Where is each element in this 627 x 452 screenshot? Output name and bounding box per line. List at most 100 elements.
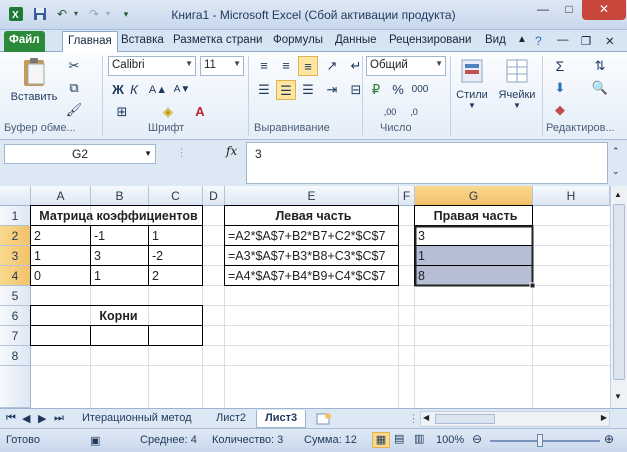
first-sheet-icon[interactable]: ⏮ xyxy=(4,410,18,428)
help-icon[interactable]: ? xyxy=(530,31,547,52)
scroll-thumb[interactable] xyxy=(613,204,625,380)
cut-icon[interactable]: ✂ xyxy=(64,56,84,76)
cell-C4[interactable]: 2 xyxy=(149,266,159,286)
format-painter-icon[interactable]: 🖌 xyxy=(64,100,84,120)
align-center-icon[interactable]: ☰ xyxy=(276,80,296,100)
percent-icon[interactable]: % xyxy=(388,80,408,100)
tab-view[interactable]: Вид xyxy=(480,31,511,52)
hscroll-thumb[interactable] xyxy=(435,414,495,424)
italic-icon[interactable]: К xyxy=(124,80,144,100)
collapse-formula-icon[interactable]: ⌄ xyxy=(612,166,620,177)
zoom-out-icon[interactable]: ⊖ xyxy=(472,432,482,446)
cell-A6[interactable]: Корни xyxy=(31,306,203,326)
cell-G1[interactable]: Правая часть xyxy=(415,206,533,226)
cell-E2[interactable]: =A2*$A$7+B2*B7+C2*$C$7 xyxy=(225,226,385,246)
vertical-scrollbar[interactable]: ▲ ▼ xyxy=(610,186,627,408)
align-left-icon[interactable]: ☰ xyxy=(254,80,274,100)
cell-B3[interactable]: 3 xyxy=(91,246,101,266)
scroll-down-icon[interactable]: ▼ xyxy=(614,392,622,401)
cell-B4[interactable]: 1 xyxy=(91,266,101,286)
zoom-slider-thumb[interactable] xyxy=(537,434,543,447)
indent-icon[interactable]: ⇥ xyxy=(322,80,342,100)
scroll-up-icon[interactable]: ▲ xyxy=(614,190,622,199)
currency-icon[interactable]: ₽ xyxy=(366,80,386,100)
tab-file[interactable]: Файл xyxy=(4,31,45,52)
cell-C2[interactable]: 1 xyxy=(149,226,159,246)
font-size-select[interactable]: 11 ▼ xyxy=(200,56,244,76)
align-bottom-icon[interactable]: ≡ xyxy=(298,56,318,76)
clear-icon[interactable]: ◆ xyxy=(550,100,570,120)
shrink-font-icon[interactable]: A▼ xyxy=(172,80,192,100)
status-macro-icon[interactable]: ▣ xyxy=(90,434,100,447)
cell-B2[interactable]: -1 xyxy=(91,226,105,246)
cell-G4[interactable]: 8 xyxy=(415,266,425,286)
tab-insert[interactable]: Вставка xyxy=(116,31,169,52)
cell-E3[interactable]: =A3*$A$7+B3*B8+C3*$C$7 xyxy=(225,246,385,266)
tab-data[interactable]: Данные xyxy=(330,31,382,52)
scroll-right-icon[interactable]: ▶ xyxy=(601,413,607,422)
cell-E4[interactable]: =A4*$A$7+B4*B9+C4*$C$7 xyxy=(225,266,385,286)
doc-minimize-icon[interactable]: — xyxy=(552,31,574,52)
fill-icon[interactable]: ⬇ xyxy=(550,78,570,98)
align-right-icon[interactable]: ☰ xyxy=(298,80,318,100)
zoom-in-icon[interactable]: ⊕ xyxy=(604,432,614,446)
tab-page-layout[interactable]: Разметка страни xyxy=(168,31,267,52)
sheet-tab-active[interactable]: Лист3 xyxy=(256,410,307,428)
tab-review[interactable]: Рецензировани xyxy=(384,31,476,52)
cell-A1[interactable]: Матрица коэффициентов xyxy=(31,206,203,226)
last-sheet-icon[interactable]: ⏭ xyxy=(52,410,66,428)
worksheet-grid[interactable]: A B C D E F G H 1 2 3 4 5 6 7 8 Матрица … xyxy=(0,186,610,408)
find-select-icon[interactable]: 🔍 xyxy=(590,78,610,98)
borders-icon[interactable]: ⊞ xyxy=(112,102,132,122)
scroll-left-icon[interactable]: ◀ xyxy=(423,413,429,422)
align-middle-icon[interactable]: ≡ xyxy=(276,56,296,76)
minimize-button[interactable]: — xyxy=(530,0,556,20)
ribbon-collapse-icon[interactable]: ▲ xyxy=(512,31,532,52)
cell-G3[interactable]: 1 xyxy=(415,246,425,266)
zoom-level[interactable]: 100% xyxy=(436,434,464,446)
page-layout-view-icon[interactable]: ▤ xyxy=(394,432,404,445)
merge-center-icon[interactable]: ⊟ xyxy=(346,80,366,100)
tab-formulas[interactable]: Формулы xyxy=(268,31,328,52)
sheet-tab[interactable]: Итерационный метод xyxy=(74,410,200,428)
cell-C3[interactable]: -2 xyxy=(149,246,163,266)
cell-A4[interactable]: 0 xyxy=(31,266,41,286)
copy-icon[interactable]: ⧉ xyxy=(64,78,84,98)
increase-decimal-icon[interactable]: ,00 xyxy=(380,102,400,122)
doc-close-icon[interactable]: ✕ xyxy=(600,31,620,52)
doc-restore-icon[interactable]: ❐ xyxy=(576,31,596,52)
font-color-icon[interactable]: A xyxy=(190,102,210,122)
tab-home[interactable]: Главная xyxy=(62,31,118,52)
cell-A3[interactable]: 1 xyxy=(31,246,41,266)
cell-G2[interactable]: 3 xyxy=(415,226,425,246)
horizontal-scrollbar[interactable]: ◀ ▶ xyxy=(420,411,610,427)
tab-split-handle[interactable]: ⋮ xyxy=(408,412,419,426)
font-name-select[interactable]: Calibri ▼ xyxy=(108,56,196,76)
paste-button[interactable]: Вставить xyxy=(8,56,60,112)
insert-function-icon[interactable]: fx xyxy=(226,144,246,158)
cells-button[interactable]: Ячейки ▼ xyxy=(496,56,538,116)
number-format-select[interactable]: Общий ▼ xyxy=(366,56,446,76)
sort-filter-icon[interactable]: ⇅ xyxy=(590,56,610,76)
new-sheet-icon[interactable] xyxy=(308,410,340,428)
align-top-icon[interactable]: ≡ xyxy=(254,56,274,76)
close-button[interactable]: ✕ xyxy=(582,0,626,20)
comma-style-icon[interactable]: 000 xyxy=(410,80,430,100)
cell-E1[interactable]: Левая часть xyxy=(225,206,399,226)
grow-font-icon[interactable]: A▲ xyxy=(148,80,168,100)
zoom-slider[interactable] xyxy=(490,440,600,442)
autosum-icon[interactable]: Σ xyxy=(550,56,570,76)
next-sheet-icon[interactable]: ▶ xyxy=(36,410,48,428)
page-break-view-icon[interactable]: ▥ xyxy=(414,432,424,445)
cell-A2[interactable]: 2 xyxy=(31,226,41,246)
fill-color-icon[interactable]: ◈ xyxy=(158,102,178,122)
name-box[interactable]: G2 ▼ xyxy=(4,144,156,164)
prev-sheet-icon[interactable]: ◀ xyxy=(20,410,32,428)
decrease-decimal-icon[interactable]: ,0 xyxy=(404,102,424,122)
sheet-tab[interactable]: Лист2 xyxy=(208,410,254,428)
orientation-icon[interactable]: ↗ xyxy=(322,56,342,76)
normal-view-icon[interactable]: ▦ xyxy=(372,432,390,448)
maximize-button[interactable]: □ xyxy=(556,0,582,20)
wrap-text-icon[interactable]: ↵ xyxy=(346,56,366,76)
formula-input[interactable]: 3 xyxy=(246,142,608,184)
